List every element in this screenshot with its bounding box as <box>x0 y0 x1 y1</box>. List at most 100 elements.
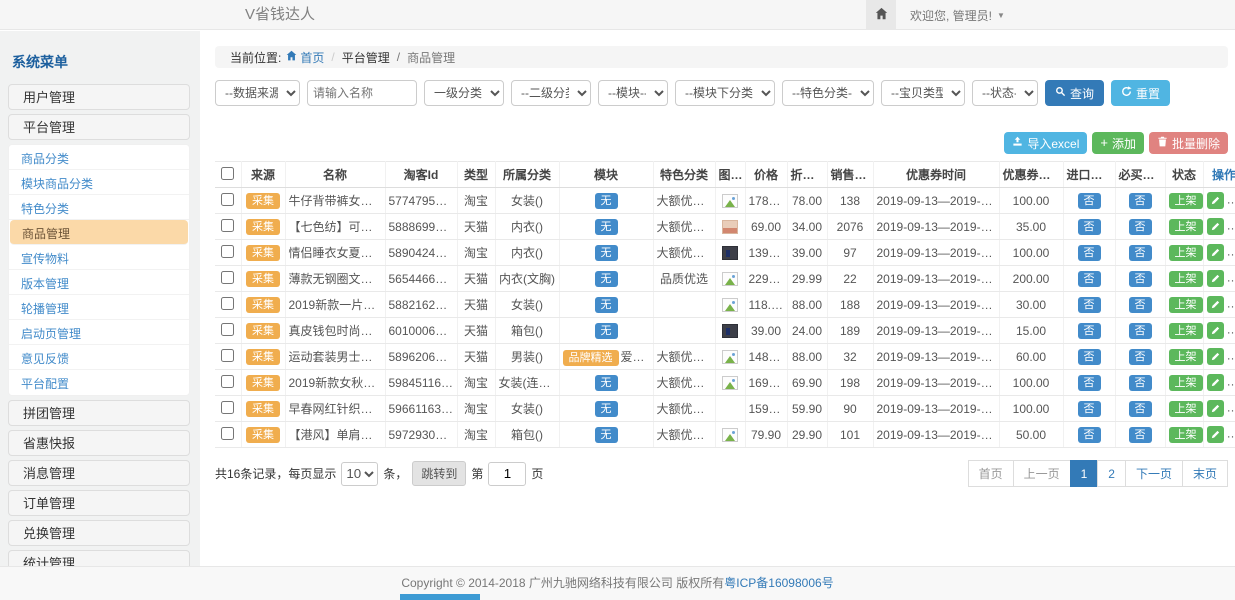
edit-button[interactable] <box>1207 400 1224 417</box>
status-toggle[interactable]: 上架 <box>1169 245 1203 261</box>
status-toggle[interactable]: 上架 <box>1169 271 1203 287</box>
pager-button-1[interactable]: 1 <box>1070 460 1099 487</box>
footer: Copyright © 2014-2018 广州九驰网络科技有限公司 版权所有粤… <box>0 566 1235 600</box>
pager-button-末页[interactable]: 末页 <box>1182 460 1228 487</box>
import-select-toggle[interactable]: 否 <box>1078 245 1101 261</box>
sidebar-group-拼团管理[interactable]: 拼团管理 <box>8 400 190 426</box>
sidebar-group-平台管理[interactable]: 平台管理 <box>8 114 190 140</box>
sidebar-item-特色分类[interactable]: 特色分类 <box>9 195 189 220</box>
import-select-toggle[interactable]: 否 <box>1078 193 1101 209</box>
sidebar-item-模块商品分类[interactable]: 模块商品分类 <box>9 170 189 195</box>
import-select-toggle[interactable]: 否 <box>1078 375 1101 391</box>
sidebar-item-商品分类[interactable]: 商品分类 <box>9 145 189 170</box>
must-buy-toggle[interactable]: 否 <box>1129 349 1152 365</box>
edit-button[interactable] <box>1207 348 1224 365</box>
cell-must_buy: 否 <box>1115 188 1165 214</box>
row-checkbox[interactable] <box>221 323 234 336</box>
status-toggle[interactable]: 上架 <box>1169 427 1203 443</box>
import-select-toggle[interactable]: 否 <box>1078 323 1101 339</box>
import-select-toggle[interactable]: 否 <box>1078 349 1101 365</box>
sidebar-item-启动页管理[interactable]: 启动页管理 <box>9 320 189 345</box>
search-button[interactable]: 查询 <box>1045 80 1104 106</box>
name-search-input[interactable] <box>307 80 417 106</box>
sidebar-group-消息管理[interactable]: 消息管理 <box>8 460 190 486</box>
pager-button-下一页[interactable]: 下一页 <box>1125 460 1183 487</box>
filter-select-状态[interactable]: --状态-- <box>972 80 1038 106</box>
row-checkbox[interactable] <box>221 427 234 440</box>
status-toggle[interactable]: 上架 <box>1169 193 1203 209</box>
select-all-checkbox[interactable] <box>221 167 234 180</box>
sidebar-item-轮播管理[interactable]: 轮播管理 <box>9 295 189 320</box>
import-select-toggle[interactable]: 否 <box>1078 401 1101 417</box>
filter-select-模块下分类[interactable]: --模块下分类-- <box>675 80 775 106</box>
row-checkbox[interactable] <box>221 349 234 362</box>
pager-button-2[interactable]: 2 <box>1097 460 1126 487</box>
edit-button[interactable] <box>1207 218 1224 235</box>
filter-select-一级分类[interactable]: 一级分类 <box>424 80 504 106</box>
must-buy-toggle[interactable]: 否 <box>1129 219 1152 235</box>
filter-select-特色分类[interactable]: --特色分类-- <box>782 80 874 106</box>
row-checkbox[interactable] <box>221 193 234 206</box>
edit-button[interactable] <box>1207 270 1224 287</box>
status-toggle[interactable]: 上架 <box>1169 297 1203 313</box>
status-toggle[interactable]: 上架 <box>1169 375 1203 391</box>
sidebar-item-版本管理[interactable]: 版本管理 <box>9 270 189 295</box>
must-buy-toggle[interactable]: 否 <box>1129 401 1152 417</box>
status-toggle[interactable]: 上架 <box>1169 323 1203 339</box>
sidebar-item-意见反馈[interactable]: 意见反馈 <box>9 345 189 370</box>
column-header-coupon_time: 优惠券时间 <box>873 162 999 188</box>
user-menu[interactable]: 欢迎您, 管理员! ▼ <box>896 0 1005 30</box>
filter-select-二级分类[interactable]: --二级分类-- <box>511 80 591 106</box>
batch-delete-button[interactable]: 批量删除 <box>1149 132 1228 154</box>
pager-button-首页[interactable]: 首页 <box>968 460 1014 487</box>
must-buy-toggle[interactable]: 否 <box>1129 427 1152 443</box>
sidebar-group-订单管理[interactable]: 订单管理 <box>8 490 190 516</box>
row-checkbox[interactable] <box>221 375 234 388</box>
edit-button[interactable] <box>1207 322 1224 339</box>
must-buy-toggle[interactable]: 否 <box>1129 271 1152 287</box>
must-buy-toggle[interactable]: 否 <box>1129 375 1152 391</box>
sidebar-group-兑换管理[interactable]: 兑换管理 <box>8 520 190 546</box>
import-select-toggle[interactable]: 否 <box>1078 297 1101 313</box>
import-select-toggle[interactable]: 否 <box>1078 271 1101 287</box>
row-checkbox[interactable] <box>221 401 234 414</box>
filter-select-模块[interactable]: --模块-- <box>598 80 668 106</box>
column-header-discount: 折后价 <box>787 162 827 188</box>
row-checkbox[interactable] <box>221 271 234 284</box>
per-page-select[interactable]: 10 <box>341 462 378 486</box>
edit-button[interactable] <box>1207 296 1224 313</box>
must-buy-toggle[interactable]: 否 <box>1129 297 1152 313</box>
jump-button[interactable]: 跳转到 <box>412 461 466 486</box>
filter-select-数据来源[interactable]: --数据来源-- <box>215 80 300 106</box>
row-checkbox[interactable] <box>221 245 234 258</box>
status-toggle[interactable]: 上架 <box>1169 219 1203 235</box>
row-checkbox[interactable] <box>221 297 234 310</box>
edit-button[interactable] <box>1207 244 1224 261</box>
sidebar-item-宣传物料[interactable]: 宣传物料 <box>9 245 189 270</box>
add-button[interactable]: + 添加 <box>1092 132 1144 154</box>
status-toggle[interactable]: 上架 <box>1169 349 1203 365</box>
pager-button-上一页[interactable]: 上一页 <box>1013 460 1071 487</box>
import-excel-button[interactable]: 导入excel <box>1004 132 1087 154</box>
filter-select-宝贝类型[interactable]: --宝贝类型-- <box>881 80 965 106</box>
home-button[interactable] <box>866 0 896 30</box>
icp-link[interactable]: 粤ICP备16098006号 <box>724 576 833 590</box>
reset-button[interactable]: 重置 <box>1111 80 1170 106</box>
edit-button[interactable] <box>1207 192 1224 209</box>
import-select-toggle[interactable]: 否 <box>1078 427 1101 443</box>
sidebar-group-省惠快报[interactable]: 省惠快报 <box>8 430 190 456</box>
edit-button[interactable] <box>1207 374 1224 391</box>
must-buy-toggle[interactable]: 否 <box>1129 193 1152 209</box>
cell-coupon_amount: 200.00 <box>999 266 1063 292</box>
edit-button[interactable] <box>1207 426 1224 443</box>
must-buy-toggle[interactable]: 否 <box>1129 245 1152 261</box>
row-checkbox[interactable] <box>221 219 234 232</box>
status-toggle[interactable]: 上架 <box>1169 401 1203 417</box>
breadcrumb-home-link[interactable]: 首页 <box>286 49 324 66</box>
must-buy-toggle[interactable]: 否 <box>1129 323 1152 339</box>
sidebar-group-用户管理[interactable]: 用户管理 <box>8 84 190 110</box>
sidebar-item-商品管理[interactable]: 商品管理 <box>10 220 188 245</box>
import-select-toggle[interactable]: 否 <box>1078 219 1101 235</box>
jump-page-input[interactable] <box>488 462 526 486</box>
sidebar-item-平台配置[interactable]: 平台配置 <box>9 370 189 395</box>
